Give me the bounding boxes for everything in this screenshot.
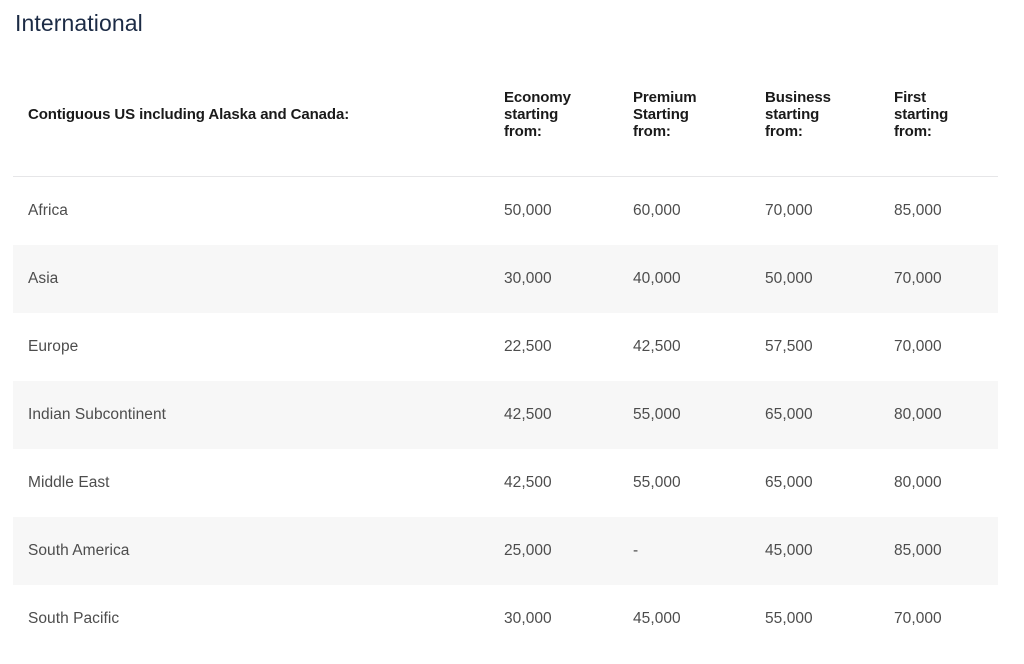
cell-premium: - <box>633 517 765 585</box>
cell-region: Middle East <box>28 474 110 491</box>
cell-business: 50,000 <box>765 245 894 313</box>
cell-first: 80,000 <box>894 381 998 449</box>
column-header-first-line-2: starting <box>894 105 949 123</box>
cell-first: 85,000 <box>894 517 998 585</box>
table-row: South Pacific 30,000 45,000 55,000 70,000 <box>13 585 998 653</box>
table-header: Contiguous US including Alaska and Canad… <box>13 52 998 177</box>
column-header-premium-line-1: Premium <box>633 88 697 106</box>
cell-region: Africa <box>28 202 68 219</box>
cell-region: Indian Subcontinent <box>13 381 504 449</box>
column-header-business-line-1: Business <box>765 88 831 106</box>
cell-premium: 60,000 <box>633 202 681 219</box>
table-row: Europe 22,500 42,500 57,500 70,000 <box>13 313 998 381</box>
column-header-region-line-1: Contiguous US including Alaska and Canad… <box>28 105 350 123</box>
column-header-business: Business starting from: <box>765 52 894 177</box>
cell-economy: 50,000 <box>504 202 552 219</box>
award-chart-page: International Contiguous US including Al… <box>0 0 1024 664</box>
cell-first: 70,000 <box>894 245 998 313</box>
cell-first: 85,000 <box>894 202 942 219</box>
cell-economy: 30,000 <box>504 610 552 627</box>
cell-economy: 30,000 <box>504 245 633 313</box>
cell-premium: 40,000 <box>633 245 765 313</box>
table-row: Asia 30,000 40,000 50,000 70,000 <box>13 245 998 313</box>
column-header-economy-line-3: from: <box>504 122 542 140</box>
cell-premium: 55,000 <box>633 381 765 449</box>
cell-premium: 42,500 <box>633 338 681 355</box>
column-header-first-line-1: First <box>894 88 927 106</box>
cell-economy: 22,500 <box>504 338 552 355</box>
table-row: Middle East 42,500 55,000 65,000 80,000 <box>13 449 998 517</box>
column-header-first-line-3: from: <box>894 122 932 140</box>
table-row: Africa 50,000 60,000 70,000 85,000 <box>13 177 998 246</box>
cell-business: 65,000 <box>765 381 894 449</box>
column-header-business-line-3: from: <box>765 122 803 140</box>
page-title: International <box>15 10 143 36</box>
cell-region: South Pacific <box>28 610 120 627</box>
column-header-premium-line-3: from: <box>633 122 671 140</box>
column-header-region: Contiguous US including Alaska and Canad… <box>13 52 504 177</box>
table-header-row: Contiguous US including Alaska and Canad… <box>13 52 998 177</box>
cell-business: 55,000 <box>765 610 813 627</box>
cell-region: Europe <box>28 338 79 355</box>
cell-premium: 45,000 <box>633 610 681 627</box>
cell-region: South America <box>13 517 504 585</box>
cell-business: 65,000 <box>765 474 813 491</box>
award-table-container: Contiguous US including Alaska and Canad… <box>13 52 998 653</box>
column-header-first: First starting from: <box>894 52 998 177</box>
table-row: South America 25,000-45,000 85,000 <box>13 517 998 585</box>
column-header-premium-line-2: Starting <box>633 105 689 123</box>
column-header-premium: Premium Starting from: <box>633 52 765 177</box>
cell-economy: 42,500 <box>504 381 633 449</box>
column-header-economy: Economy starting from: <box>504 52 633 177</box>
table-body: Africa 50,000 60,000 70,000 85,000 Asia 30,000… <box>13 177 998 654</box>
award-table: Contiguous US including Alaska and Canad… <box>13 52 998 653</box>
table-row: Indian Subcontinent 42,500 55,000 65,000 80,… <box>13 381 998 449</box>
column-header-economy-line-2: starting <box>504 105 559 123</box>
column-header-business-line-2: starting <box>765 105 820 123</box>
cell-first: 70,000 <box>894 610 942 627</box>
cell-first: 70,000 <box>894 338 942 355</box>
column-header-economy-line-1: Economy <box>504 88 571 106</box>
cell-economy: 42,500 <box>504 474 552 491</box>
cell-economy: 25,000 <box>504 517 633 585</box>
cell-premium: 55,000 <box>633 474 681 491</box>
cell-business: 70,000 <box>765 202 813 219</box>
cell-business: 45,000 <box>765 517 894 585</box>
cell-region: Asia <box>13 245 504 313</box>
cell-business: 57,500 <box>765 338 813 355</box>
cell-first: 80,000 <box>894 474 942 491</box>
